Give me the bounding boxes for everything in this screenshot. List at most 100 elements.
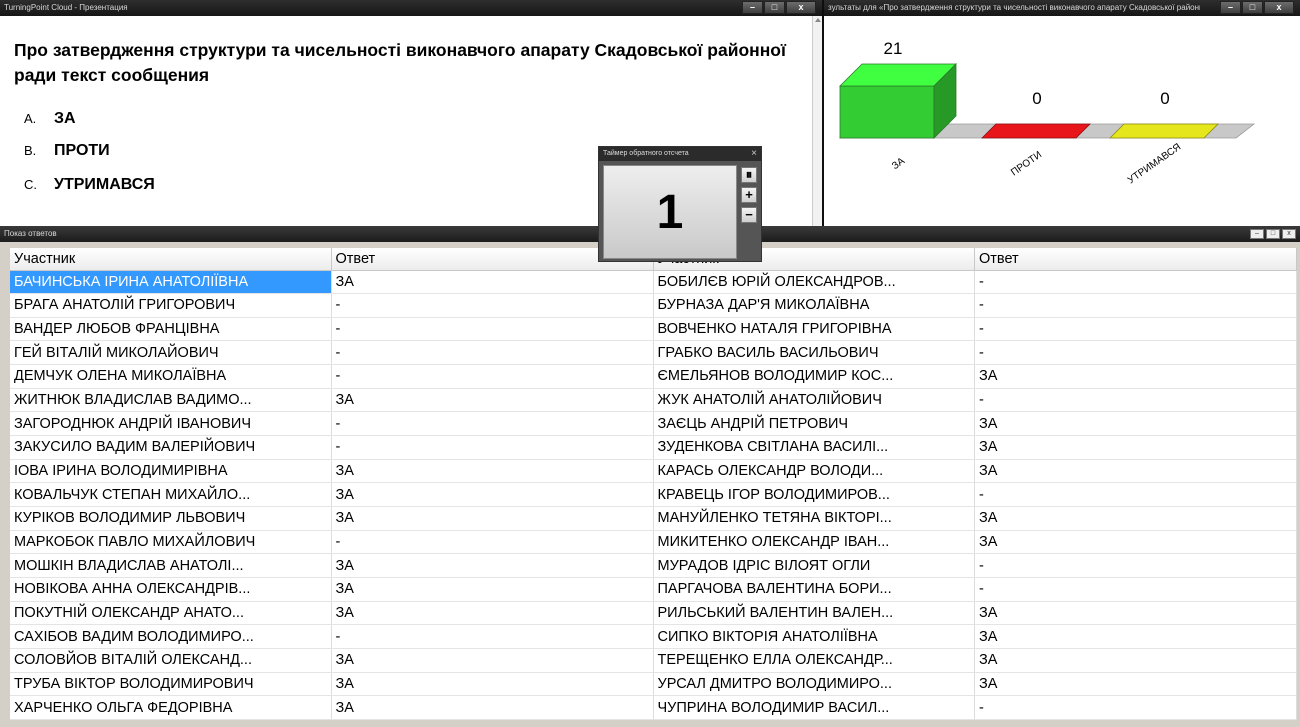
table-row[interactable]: СОЛОВЙОВ ВІТАЛІЙ ОЛЕКСАНД... ЗА <box>10 648 654 673</box>
participant-name-cell[interactable]: ТЕРЕЩЕНКО ЕЛЛА ОЛЕКСАНДР... <box>653 648 975 673</box>
table-row[interactable]: ЖУК АНАТОЛІЙ АНАТОЛІЙОВИЧ - <box>653 388 1297 413</box>
participant-name-cell[interactable]: БАЧИНСЬКА ІРИНА АНАТОЛІЇВНА <box>10 270 332 295</box>
participant-name-cell[interactable]: ЄМЕЛЬЯНОВ ВОЛОДИМИР КОС... <box>653 364 975 389</box>
table-row[interactable]: ЄМЕЛЬЯНОВ ВОЛОДИМИР КОС... ЗА <box>653 364 1297 389</box>
answer-cell[interactable]: - <box>331 364 654 389</box>
table-row[interactable]: УРСАЛ ДМИТРО ВОЛОДИМИРО... ЗА <box>653 672 1297 697</box>
participant-name-cell[interactable]: ТРУБА ВІКТОР ВОЛОДИМИРОВИЧ <box>10 672 332 697</box>
answer-cell[interactable]: ЗА <box>331 553 654 579</box>
participant-name-cell[interactable]: ЧУПРИНА ВОЛОДИМИР ВАСИЛ... <box>653 695 975 720</box>
answer-cell[interactable]: ЗА <box>974 364 1297 389</box>
participant-name-cell[interactable]: СОЛОВЙОВ ВІТАЛІЙ ОЛЕКСАНД... <box>10 648 332 673</box>
answer-cell[interactable]: ЗА <box>974 506 1297 531</box>
participant-name-cell[interactable]: МИКИТЕНКО ОЛЕКСАНДР ІВАН... <box>653 530 975 555</box>
answers-window[interactable]: Показ ответов – □ x Участник Ответ БАЧИН… <box>0 226 1300 727</box>
participant-name-cell[interactable]: ВОВЧЕНКО НАТАЛЯ ГРИГОРІВНА <box>653 317 975 342</box>
table-row[interactable]: КАРАСЬ ОЛЕКСАНДР ВОЛОДИ... ЗА <box>653 459 1297 484</box>
table-row[interactable]: СИПКО ВІКТОРІЯ АНАТОЛІЇВНА ЗА <box>653 624 1297 649</box>
answer-cell[interactable]: ЗА <box>974 601 1297 626</box>
table-row[interactable]: ВАНДЕР ЛЮБОВ ФРАНЦІВНА - <box>10 317 654 342</box>
table-row[interactable]: САХІБОВ ВАДИМ ВОЛОДИМИРО... - <box>10 624 654 649</box>
participant-name-cell[interactable]: ПОКУТНІЙ ОЛЕКСАНДР АНАТО... <box>10 601 332 626</box>
answer-cell[interactable]: - <box>331 317 654 342</box>
table-row[interactable]: БОБИЛЄВ ЮРІЙ ОЛЕКСАНДРОВ... - <box>653 270 1297 295</box>
participant-name-cell[interactable]: ЗАКУСИЛО ВАДИМ ВАЛЕРІЙОВИЧ <box>10 435 332 460</box>
participant-name-cell[interactable]: КОВАЛЬЧУК СТЕПАН МИХАЙЛО... <box>10 482 332 508</box>
table-row[interactable]: БУРНАЗА ДАР'Я МИКОЛАЇВНА - <box>653 293 1297 318</box>
answer-cell[interactable]: ЗА <box>974 530 1297 555</box>
minus-button[interactable]: − <box>741 207 757 223</box>
maximize-button[interactable]: □ <box>764 1 785 14</box>
participant-name-cell[interactable]: КАРАСЬ ОЛЕКСАНДР ВОЛОДИ... <box>653 459 975 484</box>
participant-name-cell[interactable]: МОШКІН ВЛАДИСЛАВ АНАТОЛІ... <box>10 553 332 579</box>
table-row[interactable]: ЖИТНЮК ВЛАДИСЛАВ ВАДИМО... ЗА <box>10 388 654 413</box>
participant-name-cell[interactable]: ЗАЄЦЬ АНДРІЙ ПЕТРОВИЧ <box>653 411 975 437</box>
close-button[interactable]: x <box>1264 1 1294 14</box>
answer-cell[interactable]: ЗА <box>331 506 654 531</box>
table-row[interactable]: МАРКОБОК ПАВЛО МИХАЙЛОВИЧ - <box>10 530 654 555</box>
participant-name-cell[interactable]: БРАГА АНАТОЛІЙ ГРИГОРОВИЧ <box>10 293 332 318</box>
table-row[interactable]: МОШКІН ВЛАДИСЛАВ АНАТОЛІ... ЗА <box>10 553 654 579</box>
table-row[interactable]: НОВІКОВА АННА ОЛЕКСАНДРІВ... ЗА <box>10 577 654 602</box>
answer-cell[interactable]: - <box>974 695 1297 720</box>
close-icon[interactable]: × <box>751 147 757 161</box>
participant-name-cell[interactable]: ГЕЙ ВІТАЛІЙ МИКОЛАЙОВИЧ <box>10 340 332 366</box>
answer-cell[interactable]: ЗА <box>331 672 654 697</box>
table-row[interactable]: МАНУЙЛЕНКО ТЕТЯНА ВІКТОРІ... ЗА <box>653 506 1297 531</box>
answer-cell[interactable]: ЗА <box>974 435 1297 460</box>
table-row[interactable]: МУРАДОВ ІДРІС ВІЛОЯТ ОГЛИ - <box>653 553 1297 579</box>
participant-name-cell[interactable]: КРАВЕЦЬ ІГОР ВОЛОДИМИРОВ... <box>653 482 975 508</box>
answer-cell[interactable]: ЗА <box>331 577 654 602</box>
answer-cell[interactable]: ЗА <box>331 270 654 295</box>
plus-button[interactable]: + <box>741 187 757 203</box>
table-row[interactable]: ІОВА ІРИНА ВОЛОДИМИРІВНА ЗА <box>10 459 654 484</box>
table-row[interactable]: ТЕРЕЩЕНКО ЕЛЛА ОЛЕКСАНДР... ЗА <box>653 648 1297 673</box>
answer-cell[interactable]: - <box>974 270 1297 295</box>
table-row[interactable]: БРАГА АНАТОЛІЙ ГРИГОРОВИЧ - <box>10 293 654 318</box>
table-row[interactable]: ДЕМЧУК ОЛЕНА МИКОЛАЇВНА - <box>10 364 654 389</box>
maximize-button[interactable]: □ <box>1266 229 1280 239</box>
answer-cell[interactable]: ЗА <box>974 411 1297 437</box>
participant-name-cell[interactable]: МАНУЙЛЕНКО ТЕТЯНА ВІКТОРІ... <box>653 506 975 531</box>
participant-name-cell[interactable]: САХІБОВ ВАДИМ ВОЛОДИМИРО... <box>10 624 332 649</box>
answer-cell[interactable]: ЗА <box>974 624 1297 649</box>
answer-cell[interactable]: - <box>974 482 1297 508</box>
participant-name-cell[interactable]: ЖУК АНАТОЛІЙ АНАТОЛІЙОВИЧ <box>653 388 975 413</box>
table-row[interactable]: МИКИТЕНКО ОЛЕКСАНДР ІВАН... ЗА <box>653 530 1297 555</box>
table-row[interactable]: ЗАЄЦЬ АНДРІЙ ПЕТРОВИЧ ЗА <box>653 411 1297 437</box>
table-row[interactable]: ВОВЧЕНКО НАТАЛЯ ГРИГОРІВНА - <box>653 317 1297 342</box>
table-row[interactable]: ЧУПРИНА ВОЛОДИМИР ВАСИЛ... - <box>653 695 1297 720</box>
timer-titlebar[interactable]: Таймер обратного отсчета × <box>599 147 761 161</box>
table-row[interactable]: ГЕЙ ВІТАЛІЙ МИКОЛАЙОВИЧ - <box>10 340 654 366</box>
participant-name-cell[interactable]: ЗАГОРОДНЮК АНДРІЙ ІВАНОВИЧ <box>10 411 332 437</box>
table-row[interactable]: ГРАБКО ВАСИЛЬ ВАСИЛЬОВИЧ - <box>653 340 1297 366</box>
scroll-up-arrow-icon[interactable] <box>815 18 821 22</box>
table-row[interactable]: БАЧИНСЬКА ІРИНА АНАТОЛІЇВНА ЗА <box>10 270 654 295</box>
answer-cell[interactable]: - <box>974 317 1297 342</box>
answer-cell[interactable]: - <box>974 388 1297 413</box>
countdown-timer-window[interactable]: Таймер обратного отсчета × 1 ⏸ + − <box>598 146 762 262</box>
column-header-participant[interactable]: Участник <box>10 248 332 271</box>
participant-name-cell[interactable]: ДЕМЧУК ОЛЕНА МИКОЛАЇВНА <box>10 364 332 389</box>
answer-cell[interactable]: - <box>974 340 1297 366</box>
answer-cell[interactable]: - <box>974 577 1297 602</box>
close-button[interactable]: x <box>786 1 816 14</box>
pause-button[interactable]: ⏸ <box>741 167 757 183</box>
answer-cell[interactable]: - <box>331 340 654 366</box>
participant-name-cell[interactable]: ЗУДЕНКОВА СВІТЛАНА ВАСИЛІ... <box>653 435 975 460</box>
participant-name-cell[interactable]: ВАНДЕР ЛЮБОВ ФРАНЦІВНА <box>10 317 332 342</box>
participant-name-cell[interactable]: ГРАБКО ВАСИЛЬ ВАСИЛЬОВИЧ <box>653 340 975 366</box>
minimize-button[interactable]: – <box>742 1 763 14</box>
table-row[interactable]: ХАРЧЕНКО ОЛЬГА ФЕДОРІВНА ЗА <box>10 695 654 720</box>
maximize-button[interactable]: □ <box>1242 1 1263 14</box>
column-header-answer[interactable]: Ответ <box>974 248 1297 271</box>
answer-cell[interactable]: ЗА <box>331 601 654 626</box>
table-row[interactable]: КОВАЛЬЧУК СТЕПАН МИХАЙЛО... ЗА <box>10 482 654 508</box>
answer-cell[interactable]: - <box>331 293 654 318</box>
participant-name-cell[interactable]: ХАРЧЕНКО ОЛЬГА ФЕДОРІВНА <box>10 695 332 720</box>
answer-cell[interactable]: - <box>331 435 654 460</box>
table-row[interactable]: ПАРГАЧОВА ВАЛЕНТИНА БОРИ... - <box>653 577 1297 602</box>
vertical-scrollbar[interactable] <box>812 16 822 236</box>
answer-cell[interactable]: - <box>974 553 1297 579</box>
table-row[interactable]: РИЛЬСЬКИЙ ВАЛЕНТИН ВАЛЕН... ЗА <box>653 601 1297 626</box>
